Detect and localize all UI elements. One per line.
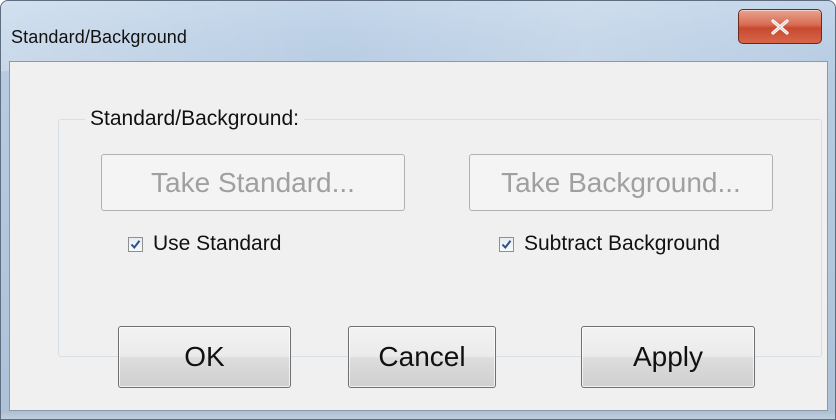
use-standard-checkbox[interactable]: Use Standard <box>128 232 281 256</box>
dialog-window: Standard/Background Standard/Background:… <box>0 0 836 420</box>
subtract-background-checkbox[interactable]: Subtract Background <box>499 232 720 256</box>
group-label: Standard/Background: <box>85 107 304 131</box>
take-background-button[interactable]: Take Background... <box>469 154 773 211</box>
close-button[interactable] <box>738 9 822 44</box>
window-bottom-border <box>1 411 835 419</box>
apply-button[interactable]: Apply <box>581 326 755 388</box>
ok-button[interactable]: OK <box>118 326 291 388</box>
window-title: Standard/Background <box>11 27 188 47</box>
take-standard-button[interactable]: Take Standard... <box>101 154 405 211</box>
subtract-background-label: Subtract Background <box>524 232 721 255</box>
use-standard-label: Use Standard <box>153 232 282 255</box>
checkbox-checked-icon[interactable] <box>499 236 514 252</box>
cancel-button[interactable]: Cancel <box>348 326 496 388</box>
dialog-client-area: Standard/Background: Take Standard... Ta… <box>9 61 828 411</box>
checkbox-checked-icon[interactable] <box>128 236 143 252</box>
close-icon <box>770 18 790 35</box>
